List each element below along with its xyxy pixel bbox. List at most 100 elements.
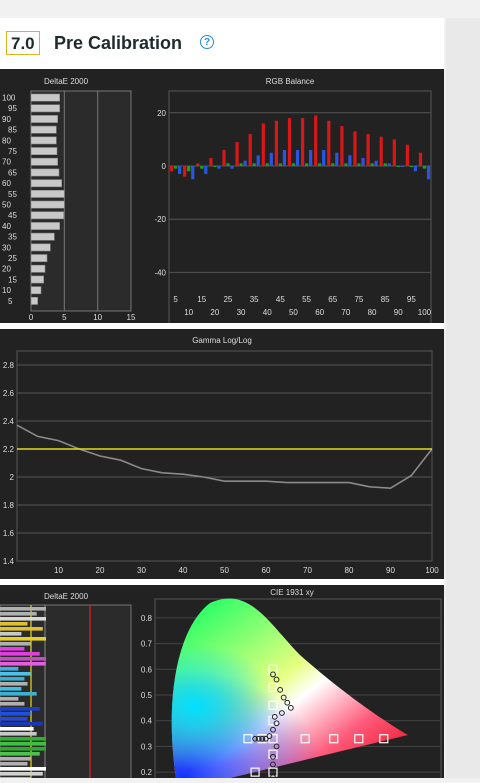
rgb-bar xyxy=(213,166,217,167)
rgb-bar xyxy=(409,166,413,167)
rgb-x-tick-top: 45 xyxy=(276,295,285,304)
section-number-badge: 7.0 xyxy=(6,31,40,55)
deltae-row-label: 85 xyxy=(8,126,17,135)
deltae-row-label: 90 xyxy=(2,115,11,124)
rgb-y-tick: 20 xyxy=(157,109,166,118)
rgb-bar xyxy=(379,136,383,166)
section-header: 7.0 Pre Calibration ? xyxy=(0,18,444,69)
deltae-color-bar xyxy=(0,677,25,681)
deltae-row-label: 50 xyxy=(2,201,11,210)
deltae-bar xyxy=(30,264,46,273)
rgb-bar xyxy=(331,163,335,166)
deltae-x-tick: 10 xyxy=(93,313,102,322)
rgb-x-tick-top: 25 xyxy=(223,295,232,304)
rgb-bar xyxy=(374,160,378,166)
rgb-x-tick-bottom: 90 xyxy=(394,308,403,317)
deltae-bar xyxy=(30,275,44,284)
deltae-color-bar xyxy=(0,667,19,671)
rgb-x-tick-top: 55 xyxy=(302,295,311,304)
rgb-bar xyxy=(396,166,400,167)
deltae-color-bar xyxy=(0,747,46,751)
deltae-bar xyxy=(30,104,60,113)
rgb-bar xyxy=(322,150,326,166)
deltae-bar xyxy=(30,115,58,123)
deltae-color-bar xyxy=(0,742,46,746)
help-icon[interactable]: ? xyxy=(200,35,214,49)
rgb-x-tick-bottom: 100 xyxy=(418,308,432,317)
deltae-color-bar xyxy=(0,607,46,611)
rgb-bar xyxy=(392,139,396,166)
deltae-color-bar xyxy=(0,772,43,776)
deltae-color-bar xyxy=(0,707,40,711)
rgb-x-tick-bottom: 60 xyxy=(315,308,324,317)
rgb-bar xyxy=(261,123,265,166)
rgb-bar xyxy=(256,155,260,166)
deltae-color-bar xyxy=(0,617,46,621)
rgb-bar xyxy=(426,166,431,180)
color-charts-svg: DeltaE 2000 CIE 1931 xy 0.8 0.7 0.6 0.5 0.4 0… xyxy=(0,588,442,783)
rgb-bar xyxy=(422,166,427,169)
deltae-row-label: 95 xyxy=(8,104,17,113)
deltae-row-label: 45 xyxy=(8,211,17,220)
rgb-plot-frame xyxy=(168,90,432,360)
rgb-x-tick-top: 65 xyxy=(328,295,337,304)
deltae-x-tick: 5 xyxy=(62,313,67,322)
rgb-bar xyxy=(183,166,187,177)
rgb-bar xyxy=(405,144,409,166)
deltae-color-bar xyxy=(0,662,46,666)
deltae-color-bar xyxy=(0,712,31,716)
rgb-x-tick-bottom: 80 xyxy=(368,308,377,317)
rgb-bar xyxy=(170,166,174,172)
rgb-x-tick-bottom: 30 xyxy=(237,308,246,317)
rgb-bar xyxy=(222,150,226,166)
deltae-bar xyxy=(30,136,57,145)
rgb-bar xyxy=(243,160,247,166)
deltae-color-bar xyxy=(0,682,28,686)
deltae-bar xyxy=(30,232,55,241)
rgb-bar xyxy=(252,163,256,166)
rgb-bar xyxy=(274,120,278,166)
rgb-x-tick-top: 85 xyxy=(381,295,390,304)
gamma-x-tick: 100 xyxy=(425,566,439,575)
deltae-bar xyxy=(30,243,51,252)
deltae-row-label: 65 xyxy=(8,168,17,177)
deltae-row-label: 10 xyxy=(2,286,11,295)
rgb-bar xyxy=(344,163,348,166)
deltae-color-bar xyxy=(0,757,31,761)
gamma-title: Gamma Log/Log xyxy=(192,336,252,345)
rgb-bar xyxy=(305,163,309,166)
rgb-bar xyxy=(318,163,322,166)
rgb-bar xyxy=(327,120,331,166)
gamma-y-tick: 2.8 xyxy=(3,361,15,370)
deltae-color-bar xyxy=(0,687,22,691)
deltae-bar xyxy=(30,93,60,102)
deltae-color-bar xyxy=(0,622,28,626)
rgb-bar xyxy=(387,163,391,166)
cie-y-tick: 0.3 xyxy=(141,742,153,751)
rgb-y-tick: -20 xyxy=(154,215,166,224)
grayscale-panel: DeltaE 2000 100 95 90 85 80 75 70 65 60 55 50 45 40 3… xyxy=(0,56,444,360)
gamma-x-tick: 90 xyxy=(386,566,395,575)
deltae-colors-title: DeltaE 2000 xyxy=(44,592,89,601)
deltae-color-bar xyxy=(0,672,31,676)
deltae-row-label: 35 xyxy=(8,233,17,242)
deltae-color-bar xyxy=(0,752,40,756)
deltae-color-bar xyxy=(0,697,19,701)
deltae-color-bar xyxy=(0,627,43,631)
gamma-measured-line xyxy=(16,424,433,490)
rgb-bar xyxy=(265,163,269,166)
gamma-x-tick: 70 xyxy=(303,566,312,575)
deltae-row-label: 20 xyxy=(2,265,11,274)
deltae-row-label: 70 xyxy=(2,158,11,167)
deltae-row-label: 80 xyxy=(2,136,11,145)
rgb-bar xyxy=(335,152,339,166)
deltae-color-bar xyxy=(0,717,28,721)
rgb-bar xyxy=(301,118,305,166)
rgb-x-tick-bottom: 40 xyxy=(263,308,272,317)
deltae-color-bar xyxy=(0,737,46,741)
deltae-color-bar xyxy=(0,767,46,771)
gamma-y-tick: 2.6 xyxy=(3,389,15,398)
rgb-bar xyxy=(278,163,282,166)
next-card-edge xyxy=(446,18,480,778)
cie-y-tick: 0.7 xyxy=(141,640,153,649)
